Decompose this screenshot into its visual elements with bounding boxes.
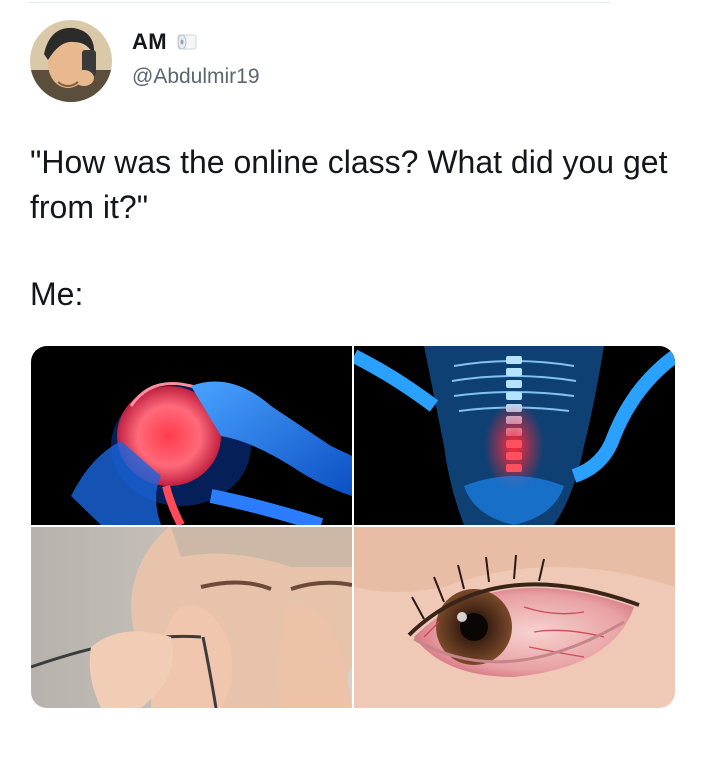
- eye-strain-photo[interactable]: [31, 527, 352, 708]
- tired-eyes-icon: [31, 527, 352, 708]
- tweet-header: AM @Abdulmir19: [30, 18, 260, 104]
- top-divider: [28, 2, 610, 3]
- headache-xray-image[interactable]: [31, 346, 352, 525]
- avatar[interactable]: [30, 20, 112, 102]
- display-name[interactable]: AM: [132, 29, 167, 55]
- user-handle[interactable]: @Abdulmir19: [132, 65, 260, 89]
- tweet-text-me: Me:: [30, 276, 84, 312]
- back-pain-xray-image[interactable]: [354, 346, 675, 525]
- tweet-text: "How was the online class? What did you …: [30, 140, 690, 317]
- headache-icon: [31, 346, 352, 525]
- toilet-paper-icon: [175, 31, 201, 53]
- media-grid: [31, 346, 675, 708]
- tweet-text-quote: "How was the online class? What did you …: [30, 144, 668, 225]
- red-eye-photo[interactable]: [354, 527, 675, 708]
- spine-pain-icon: [354, 346, 675, 525]
- red-eye-icon: [354, 527, 675, 708]
